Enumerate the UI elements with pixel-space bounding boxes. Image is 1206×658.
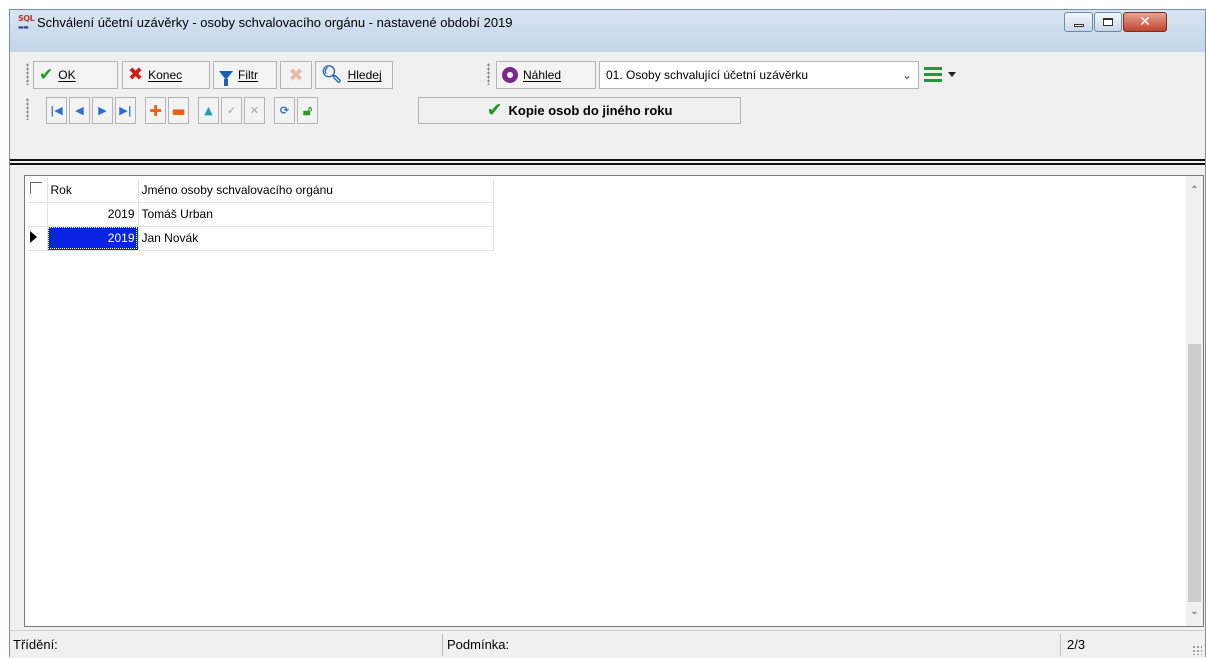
cell-rok[interactable]: 2019 — [47, 202, 139, 227]
table-row[interactable]: 2019 Jan Novák — [27, 226, 494, 251]
grid-table: Rok Jméno osoby schvalovacího orgánu 201… — [27, 178, 494, 251]
scroll-thumb[interactable] — [1188, 344, 1201, 602]
view-select[interactable]: 01. Osoby schvalující účetní uzávěrku ⌄ — [599, 61, 919, 89]
search-icon: 🔍︎ — [321, 64, 343, 85]
cell-jmeno[interactable]: Jan Novák — [138, 226, 494, 251]
resize-grip-icon[interactable] — [1192, 645, 1202, 655]
app-logo-icon: SQL ▬▬ — [18, 14, 35, 32]
data-grid[interactable]: Rok Jméno osoby schvalovacího orgánu 201… — [24, 175, 1204, 627]
view-select-value: 01. Osoby schvalující účetní uzávěrku — [606, 68, 809, 82]
prev-record-button[interactable]: ◀ — [69, 97, 90, 124]
cell-jmeno[interactable]: Tomáš Urban — [138, 202, 494, 227]
maximize-button[interactable] — [1094, 12, 1122, 32]
cancel-disabled-icon: ✕ — [249, 104, 260, 117]
last-icon: ▶| — [119, 104, 132, 117]
eye-icon — [502, 67, 518, 83]
vertical-scrollbar[interactable]: ⌃ ⌄ — [1186, 176, 1203, 626]
navigation-toolbar: |◀ ◀ ▶ ▶| ✚ ▬ ▲ ✓ ✕ ⟳ 🔓︎ ✔ Kopie osob do… — [10, 94, 1205, 127]
first-icon: |◀ — [50, 104, 63, 117]
cell-rok-selected[interactable]: 2019 — [47, 226, 139, 251]
close-icon: ✕ — [1139, 14, 1151, 30]
row-indicator[interactable] — [27, 226, 48, 251]
filter-icon — [219, 70, 233, 86]
ok-label: OK — [58, 68, 76, 82]
check-disabled-icon: ✓ — [226, 104, 237, 117]
triangle-up-icon: ▲ — [204, 104, 213, 117]
close-x-icon: ✖ — [128, 64, 144, 85]
add-record-button[interactable]: ✚ — [145, 97, 166, 124]
select-all-checkbox[interactable] — [27, 178, 48, 203]
konec-label: Konec — [148, 68, 183, 82]
filter-strip — [10, 127, 1205, 159]
grid-header-row: Rok Jméno osoby schvalovacího orgánu — [27, 178, 494, 203]
hledej-button[interactable]: 🔍︎ Hledej — [315, 61, 393, 89]
nahled-button[interactable]: Náhled — [496, 61, 596, 89]
maximize-icon — [1103, 18, 1113, 26]
first-record-button[interactable]: |◀ — [46, 97, 67, 124]
divider — [1060, 634, 1061, 656]
scroll-down-icon[interactable]: ⌄ — [1186, 603, 1203, 620]
filtr-button[interactable]: Filtr — [213, 61, 277, 89]
unlock-icon: 🔓︎ — [302, 102, 313, 119]
divider — [442, 634, 443, 656]
table-row[interactable]: 2019 Tomáš Urban — [27, 202, 494, 227]
minus-icon: ▬ — [171, 101, 186, 120]
title-bar: SQL ▬▬ Schválení účetní uzávěrky - osoby … — [10, 10, 1205, 52]
next-icon: ▶ — [98, 104, 107, 117]
unlock-button[interactable]: 🔓︎ — [297, 97, 318, 124]
divider — [10, 159, 1205, 161]
main-toolbar: ✔ OK ✖ Konec Filtr ✖ 🔍︎ Hledej Náhled 01… — [10, 59, 1205, 91]
column-header-rok[interactable]: Rok — [47, 178, 139, 203]
kopie-osob-button[interactable]: ✔ Kopie osob do jiného roku — [418, 97, 741, 124]
toolbar-grip[interactable] — [487, 63, 490, 85]
check-icon: ✔ — [486, 99, 503, 121]
minimize-icon — [1073, 23, 1084, 27]
checkbox-icon — [30, 182, 42, 195]
check-icon: ✔ — [39, 64, 54, 85]
plus-icon: ✚ — [149, 101, 162, 120]
refresh-button[interactable]: ⟳ — [274, 97, 295, 124]
trideni-label: Třídění: — [13, 637, 58, 652]
confirm-button[interactable]: ✓ — [221, 97, 242, 124]
edit-record-button[interactable]: ▲ — [198, 97, 219, 124]
record-counter: 2/3 — [1067, 637, 1086, 652]
main-window: SQL ▬▬ Schválení účetní uzávěrky - osoby … — [9, 9, 1206, 658]
toolbar-grip[interactable] — [26, 63, 29, 85]
hledej-label: Hledej — [347, 68, 382, 82]
list-menu-button[interactable] — [924, 67, 956, 82]
minimize-button[interactable] — [1064, 12, 1093, 32]
clear-filter-button[interactable]: ✖ — [280, 61, 312, 89]
current-row-icon — [30, 230, 37, 243]
nahled-label: Náhled — [523, 68, 562, 82]
prev-icon: ◀ — [75, 104, 84, 117]
delete-record-button[interactable]: ▬ — [168, 97, 189, 124]
row-indicator[interactable] — [27, 202, 48, 227]
column-header-jmeno[interactable]: Jméno osoby schvalovacího orgánu — [138, 178, 494, 203]
podminka-label: Podmínka: — [447, 637, 510, 652]
window-title: Schválení účetní uzávěrky - osoby schval… — [37, 15, 513, 30]
cancel-edit-button[interactable]: ✕ — [244, 97, 265, 124]
scroll-up-icon[interactable]: ⌃ — [1186, 182, 1203, 199]
dropdown-arrow-icon — [948, 72, 956, 77]
status-bar: Třídění: Podmínka: 2/3 — [10, 630, 1205, 658]
ok-button[interactable]: ✔ OK — [33, 61, 118, 89]
next-record-button[interactable]: ▶ — [92, 97, 113, 124]
toolbar-grip[interactable] — [26, 98, 29, 120]
close-window-button[interactable]: ✕ — [1123, 12, 1167, 32]
chevron-down-icon: ⌄ — [901, 68, 912, 82]
filtr-label: Filtr — [238, 68, 258, 82]
divider — [10, 163, 1205, 165]
clear-filter-icon: ✖ — [288, 64, 304, 86]
kopie-label: Kopie osob do jiného roku — [508, 103, 673, 118]
last-record-button[interactable]: ▶| — [115, 97, 136, 124]
refresh-icon: ⟳ — [279, 104, 290, 117]
konec-button[interactable]: ✖ Konec — [122, 61, 210, 89]
list-icon — [924, 67, 942, 82]
